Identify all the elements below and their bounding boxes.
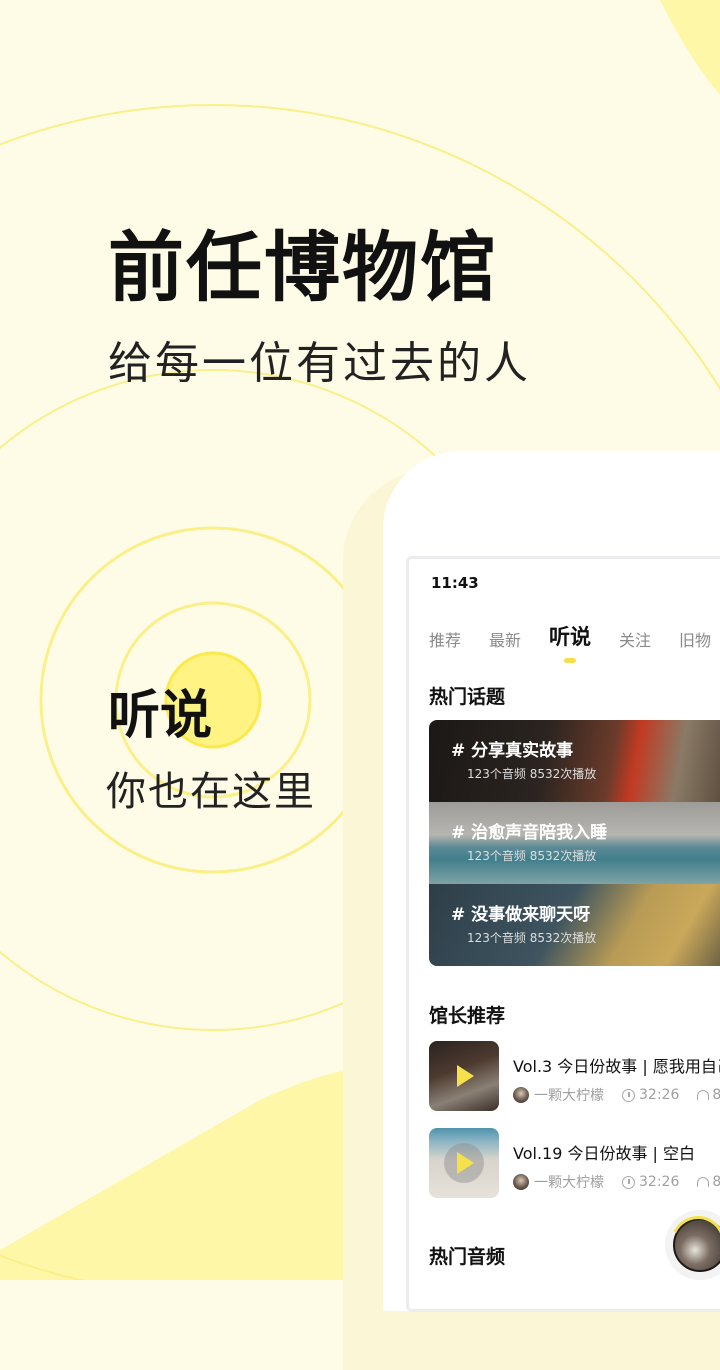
audio-thumbnail[interactable] bbox=[429, 1128, 499, 1198]
tab-old-items[interactable]: 旧物 bbox=[679, 627, 711, 651]
status-time: 11:43 bbox=[431, 574, 479, 592]
audio-meta: 一颗大柠檬 32:26 8. bbox=[513, 1085, 720, 1105]
play-count: 8. bbox=[712, 1087, 720, 1103]
play-icon bbox=[457, 1152, 474, 1174]
topic-meta: 123个音频 8532次播放 bbox=[467, 849, 597, 863]
hot-topics-heading: 热门话题 bbox=[429, 686, 506, 708]
feature-subtitle: 你也在这里 bbox=[106, 769, 316, 815]
author-name: 一颗大柠檬 bbox=[534, 1088, 604, 1104]
active-tab-indicator bbox=[564, 658, 577, 663]
topic-card[interactable]: # 分享真实故事 123个音频 8532次播放 bbox=[429, 720, 720, 802]
audio-thumbnail[interactable] bbox=[429, 1041, 499, 1111]
tab-bar: 推荐 最新 听说 关注 旧物 bbox=[429, 611, 720, 663]
tab-label: 关注 bbox=[619, 631, 652, 650]
author-avatar bbox=[513, 1087, 529, 1103]
topic-card[interactable]: # 没事做来聊天呀 123个音频 8532次播放 bbox=[429, 884, 720, 966]
hot-topics-list: # 分享真实故事 123个音频 8532次播放 # 治愈声音陪我入睡 123个音… bbox=[429, 720, 720, 966]
tab-latest[interactable]: 最新 bbox=[489, 627, 521, 651]
bottom-wave-shape bbox=[0, 1064, 383, 1280]
tab-label: 推荐 bbox=[429, 631, 462, 650]
tab-following[interactable]: 关注 bbox=[619, 627, 651, 651]
audio-duration: 32:26 bbox=[639, 1087, 680, 1103]
audio-duration: 32:26 bbox=[639, 1174, 680, 1190]
hot-audio-heading: 热门音频 bbox=[429, 1246, 506, 1268]
topic-meta: 123个音频 8532次播放 bbox=[467, 767, 597, 781]
topic-name: # 分享真实故事 bbox=[451, 741, 574, 761]
audio-meta: 一颗大柠檬 32:26 8. bbox=[513, 1172, 720, 1192]
audio-title: Vol.19 今日份故事 | 空白 bbox=[513, 1144, 696, 1163]
play-count: 8. bbox=[712, 1174, 720, 1190]
phone-screen: 11:43 推荐 最新 听说 关注 旧物 热门话题 # 分享真实故事 123个音… bbox=[406, 556, 720, 1312]
author-avatar bbox=[513, 1174, 529, 1190]
topic-meta: 123个音频 8532次播放 bbox=[467, 931, 597, 945]
headphones-icon bbox=[697, 1090, 710, 1100]
app-title: 前任博物馆 bbox=[108, 223, 498, 312]
corner-shape bbox=[660, 0, 720, 95]
author-name: 一颗大柠檬 bbox=[534, 1175, 604, 1191]
clock-icon bbox=[622, 1175, 635, 1189]
play-icon bbox=[457, 1065, 474, 1087]
audio-list-item[interactable]: Vol.19 今日份故事 | 空白 一颗大柠檬 32:26 8. bbox=[429, 1128, 720, 1200]
audio-list-item[interactable]: Vol.3 今日份故事 | 愿我用自己 一颗大柠檬 32:26 8. bbox=[429, 1041, 720, 1113]
app-tagline: 给每一位有过去的人 bbox=[108, 338, 531, 389]
topic-card[interactable]: # 治愈声音陪我入睡 123个音频 8532次播放 bbox=[429, 802, 720, 884]
topic-name: # 没事做来聊天呀 bbox=[451, 905, 591, 925]
tab-label: 最新 bbox=[489, 631, 522, 650]
headphones-icon bbox=[697, 1177, 710, 1187]
curator-picks-heading: 馆长推荐 bbox=[429, 1005, 506, 1027]
tab-label: 旧物 bbox=[679, 631, 712, 650]
tab-recommend[interactable]: 推荐 bbox=[429, 627, 461, 651]
feature-title: 听说 bbox=[108, 686, 213, 746]
audio-title: Vol.3 今日份故事 | 愿我用自己 bbox=[513, 1057, 720, 1076]
tab-listen[interactable]: 听说 bbox=[549, 621, 592, 663]
topic-name: # 治愈声音陪我入睡 bbox=[451, 823, 608, 843]
tab-label: 听说 bbox=[549, 625, 592, 649]
clock-icon bbox=[622, 1088, 635, 1102]
